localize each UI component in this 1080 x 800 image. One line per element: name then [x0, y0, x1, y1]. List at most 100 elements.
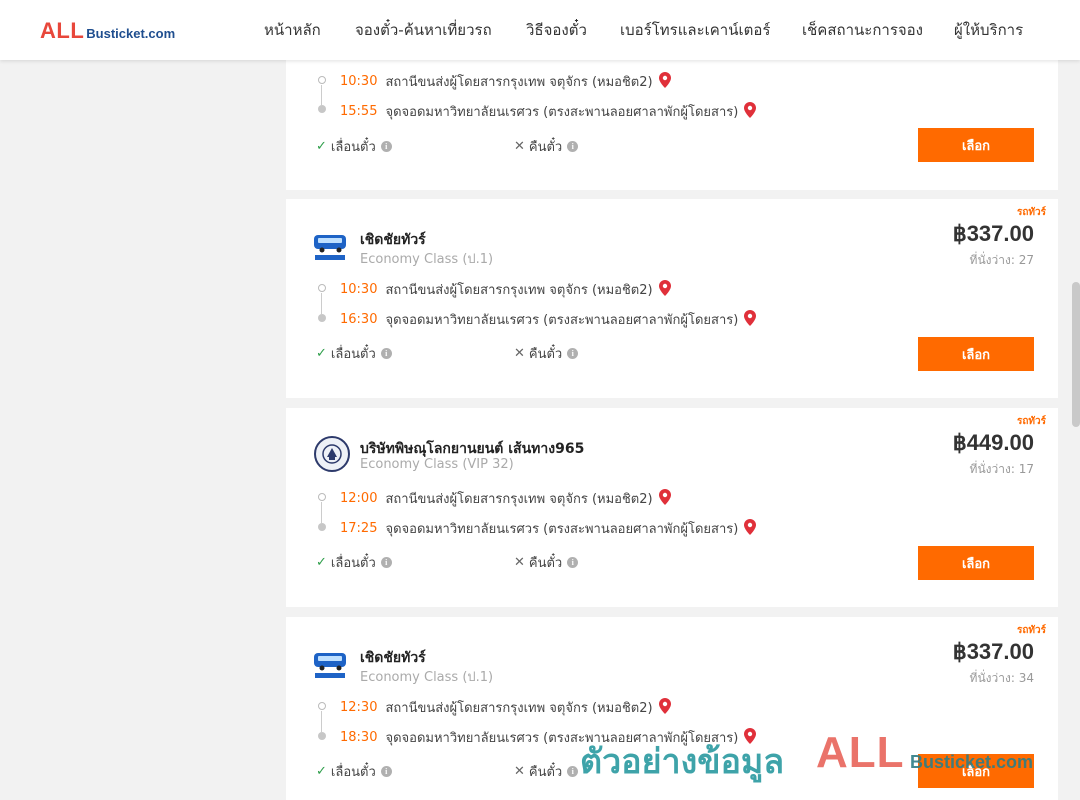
logo-main-text: ALL: [40, 18, 85, 43]
cross-icon: ✕: [514, 555, 525, 570]
refund-policy: ✕ คืนตั๋ว i: [514, 761, 579, 782]
nav-contacts[interactable]: เบอร์โทรและเคาน์เตอร์: [620, 0, 770, 60]
arrival-time: 17:25: [340, 521, 378, 536]
departure-time: 10:30: [340, 282, 378, 297]
info-icon[interactable]: i: [380, 348, 392, 359]
seats-label: ที่นั่งว่าง:: [969, 253, 1015, 267]
nav-providers[interactable]: ผู้ให้บริการ: [954, 0, 1023, 60]
bus-class: Economy Class (ป.1): [360, 252, 494, 267]
trip-card: 10:30 สถานีขนส่งผู้โดยสารกรุงเทพ จตุจักร…: [286, 60, 1058, 190]
nav-booking-label[interactable]: จองตั๋ว-ค้นหาเที่ยวรถ: [355, 18, 492, 42]
postpone-label: เลื่อนตั๋ว: [330, 765, 376, 780]
bus-type-badge: รถทัวร์: [1016, 625, 1046, 636]
info-icon[interactable]: i: [567, 348, 579, 359]
timeline-line: [321, 85, 322, 105]
postpone-label: เลื่อนตั๋ว: [330, 556, 376, 571]
select-button[interactable]: เลือก: [918, 546, 1034, 580]
map-pin-icon[interactable]: [658, 697, 671, 718]
timeline-line: [321, 502, 322, 523]
map-pin-icon[interactable]: [744, 309, 757, 330]
check-icon: ✓: [316, 139, 327, 154]
ticket-price: ฿337.00: [952, 639, 1034, 664]
departure-stop: 12:30 สถานีขนส่งผู้โดยสารกรุงเทพ จตุจักร…: [340, 697, 671, 718]
timeline-end-dot: [318, 523, 326, 531]
nav-booking[interactable]: จองตั๋ว-ค้นหาเที่ยวรถ: [355, 0, 492, 60]
site-logo[interactable]: ALL Busticket.com: [40, 18, 175, 44]
check-icon: ✓: [316, 346, 327, 361]
operator-logo: [312, 229, 350, 263]
bus-class: Economy Class (ป.1): [360, 670, 494, 685]
departure-place: สถานีขนส่งผู้โดยสารกรุงเทพ จตุจักร (หมอช…: [385, 283, 653, 298]
arrival-stop: 15:55 จุดจอดมหาวิทยาลัยนเรศวร (ตรงสะพานล…: [340, 101, 757, 122]
refund-policy: ✕ คืนตั๋ว i: [514, 343, 579, 364]
timeline-start-dot: [318, 76, 326, 84]
arrival-place: จุดจอดมหาวิทยาลัยนเรศวร (ตรงสะพานลอยศาลา…: [385, 522, 739, 537]
seats-label: ที่นั่งว่าง:: [969, 671, 1015, 685]
arrival-stop: 17:25 จุดจอดมหาวิทยาลัยนเรศวร (ตรงสะพานล…: [340, 518, 757, 539]
departure-time: 12:00: [340, 491, 378, 506]
timeline-line: [321, 293, 322, 314]
logo-sub-text: Busticket.com: [86, 26, 176, 41]
departure-time: 10:30: [340, 74, 378, 89]
nav-check-status[interactable]: เช็คสถานะการจอง: [802, 0, 923, 60]
arrival-time: 15:55: [340, 104, 378, 119]
timeline-start-dot: [318, 702, 326, 710]
postpone-policy: ✓ เลื่อนตั๋ว i: [316, 761, 392, 782]
select-button[interactable]: เลือก: [918, 337, 1034, 371]
timeline-end-dot: [318, 314, 326, 322]
info-icon[interactable]: i: [380, 766, 392, 777]
info-icon[interactable]: i: [380, 557, 392, 568]
watermark-brand-main: ALL: [816, 728, 905, 777]
nav-how-to[interactable]: วิธีจองตั๋ว: [526, 0, 587, 60]
nav-check-status-label[interactable]: เช็คสถานะการจอง: [802, 18, 923, 42]
nav-contacts-label[interactable]: เบอร์โทรและเคาน์เตอร์: [620, 18, 770, 42]
postpone-policy: ✓ เลื่อนตั๋ว i: [316, 552, 392, 573]
trip-card: รถทัวร์ เชิดชัยทัวร์ Economy Class (ป.1)…: [286, 199, 1058, 398]
operator-logo: [312, 647, 350, 681]
map-pin-icon[interactable]: [744, 518, 757, 539]
nav-home[interactable]: หน้าหลัก: [264, 0, 321, 60]
seats-count: 17: [1018, 462, 1034, 476]
timeline-end-dot: [318, 105, 326, 113]
seats-available: ที่นั่งว่าง: 27: [970, 251, 1034, 270]
refund-label: คืนตั๋ว: [528, 140, 563, 155]
info-icon[interactable]: i: [567, 141, 579, 152]
timeline-line: [321, 711, 322, 732]
departure-time: 12:30: [340, 700, 378, 715]
departure-place: สถานีขนส่งผู้โดยสารกรุงเทพ จตุจักร (หมอช…: [385, 75, 653, 90]
select-button[interactable]: เลือก: [918, 128, 1034, 162]
arrival-time: 16:30: [340, 312, 378, 327]
map-pin-icon[interactable]: [658, 279, 671, 300]
map-pin-icon[interactable]: [658, 71, 671, 92]
watermark-text: ตัวอย่างข้อมูล: [580, 742, 785, 782]
postpone-policy: ✓ เลื่อนตั๋ว i: [316, 136, 392, 157]
seats-label: ที่นั่งว่าง:: [969, 462, 1015, 476]
refund-label: คืนตั๋ว: [528, 347, 563, 362]
timeline-end-dot: [318, 732, 326, 740]
check-icon: ✓: [316, 764, 327, 779]
nav-providers-label[interactable]: ผู้ให้บริการ: [954, 18, 1023, 42]
trip-card: รถทัวร์ บริษัทพิษณุโลกยานยนต์ เส้นทาง965…: [286, 408, 1058, 607]
info-icon[interactable]: i: [380, 141, 392, 152]
timeline-start-dot: [318, 284, 326, 292]
map-pin-icon[interactable]: [744, 101, 757, 122]
info-icon[interactable]: i: [567, 766, 579, 777]
refund-policy: ✕ คืนตั๋ว i: [514, 552, 579, 573]
scrollbar-thumb[interactable]: [1072, 282, 1080, 427]
info-icon[interactable]: i: [567, 557, 579, 568]
seats-count: 34: [1018, 671, 1034, 685]
map-pin-icon[interactable]: [658, 488, 671, 509]
departure-place: สถานีขนส่งผู้โดยสารกรุงเทพ จตุจักร (หมอช…: [385, 701, 653, 716]
nav-how-to-label[interactable]: วิธีจองตั๋ว: [526, 18, 587, 42]
cross-icon: ✕: [514, 764, 525, 779]
seats-count: 27: [1018, 253, 1034, 267]
check-icon: ✓: [316, 555, 327, 570]
ticket-price: ฿449.00: [952, 430, 1034, 455]
bus-type-badge: รถทัวร์: [1016, 207, 1046, 218]
nav-home-label[interactable]: หน้าหลัก: [264, 18, 321, 42]
cross-icon: ✕: [514, 346, 525, 361]
postpone-policy: ✓ เลื่อนตั๋ว i: [316, 343, 392, 364]
top-navbar: ALL Busticket.com หน้าหลัก จองตั๋ว-ค้นหา…: [0, 0, 1080, 60]
timeline-start-dot: [318, 493, 326, 501]
ticket-price: ฿337.00: [952, 221, 1034, 246]
